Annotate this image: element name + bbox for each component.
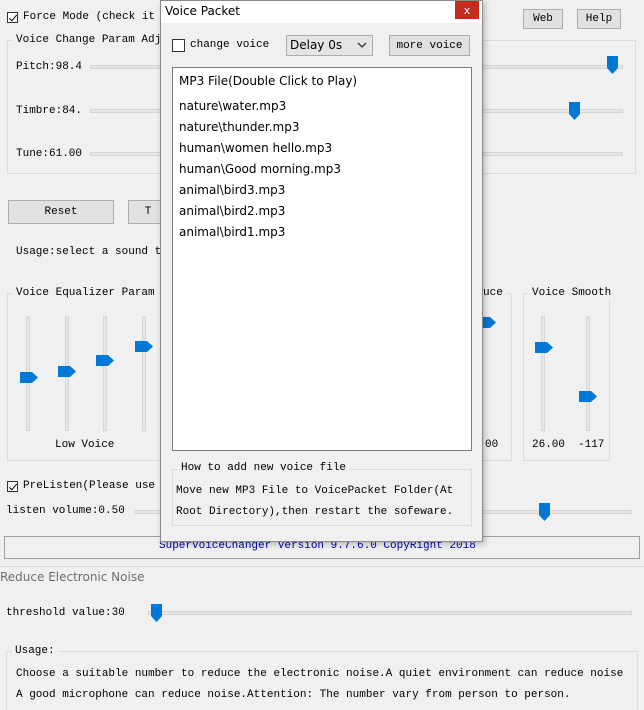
pitch-label: Pitch:98.4 xyxy=(16,61,83,73)
list-item[interactable]: nature\water.mp3 xyxy=(179,99,286,113)
smooth-title: Voice Smooth xyxy=(529,287,615,299)
smooth-value-1: 26.00 xyxy=(532,439,566,451)
list-item[interactable]: animal\bird1.mp3 xyxy=(179,225,285,239)
change-voice-checkbox[interactable] xyxy=(172,39,185,52)
smooth-slider-1-track[interactable] xyxy=(541,316,545,431)
reduce-title: uce xyxy=(480,287,506,299)
list-item[interactable]: nature\thunder.mp3 xyxy=(179,120,299,134)
force-mode-checkbox[interactable] xyxy=(7,12,18,23)
list-item[interactable]: animal\bird3.mp3 xyxy=(179,183,285,197)
reduce-value: 00 xyxy=(485,439,499,451)
smooth-slider-1-thumb[interactable] xyxy=(535,342,553,353)
close-icon[interactable]: x xyxy=(455,1,479,19)
change-voice-label: change voice xyxy=(190,39,270,51)
noise-panel: Reduce Electronic Noise threshold value:… xyxy=(0,566,644,710)
delay-select[interactable]: Delay 0s xyxy=(286,35,373,56)
more-voice-button[interactable]: more voice xyxy=(389,35,470,56)
prelisten-label: PreListen(Please use xyxy=(23,480,156,492)
eq-slider-4-track[interactable] xyxy=(142,316,146,431)
howto-line2: Root Directory),then restart the sofewar… xyxy=(176,506,454,518)
file-list-header: MP3 File(Double Click to Play) xyxy=(179,74,358,88)
force-mode-label: Force Mode (check it xyxy=(23,11,156,23)
noise-usage-group xyxy=(6,651,638,710)
tune-label: Tune:61.00 xyxy=(16,148,83,160)
threshold-thumb[interactable] xyxy=(151,604,162,622)
eq-slider-3-track[interactable] xyxy=(103,316,107,431)
chevron-down-icon xyxy=(357,42,367,48)
equalizer-title: Voice Equalizer Param xyxy=(13,287,158,299)
list-item[interactable]: human\women hello.mp3 xyxy=(179,141,332,155)
web-button[interactable]: Web xyxy=(523,9,563,29)
param-group-title: Voice Change Param Adj xyxy=(13,34,165,46)
smooth-value-2: -117 xyxy=(578,439,605,451)
noise-usage-line2: A good microphone can reduce noise.Atten… xyxy=(16,689,571,701)
eq-slider-3-thumb[interactable] xyxy=(96,355,114,366)
timbre-slider-thumb[interactable] xyxy=(569,102,580,120)
eq-slider-4-thumb[interactable] xyxy=(135,341,153,352)
howto-line1: Move new MP3 File to VoicePacket Folder(… xyxy=(176,485,454,497)
howto-title: How to add new voice file xyxy=(178,462,350,474)
mp3-file-list[interactable]: MP3 File(Double Click to Play) nature\wa… xyxy=(172,67,472,451)
threshold-label: threshold value:30 xyxy=(6,607,125,619)
list-item[interactable]: human\Good morning.mp3 xyxy=(179,162,341,176)
low-voice-label: Low Voice xyxy=(55,439,115,451)
listen-volume-thumb[interactable] xyxy=(539,503,550,521)
voice-packet-title: Voice Packet xyxy=(165,4,241,18)
list-item[interactable]: animal\bird2.mp3 xyxy=(179,204,285,218)
help-button[interactable]: Help xyxy=(577,9,621,29)
pitch-slider-thumb[interactable] xyxy=(607,56,618,74)
smooth-slider-2-track[interactable] xyxy=(586,316,590,431)
voice-packet-window: Voice Packet x change voice Delay 0s mor… xyxy=(160,0,483,542)
smooth-group xyxy=(523,293,610,461)
noise-panel-title: Reduce Electronic Noise xyxy=(0,570,145,584)
reset-button[interactable]: Reset xyxy=(8,200,114,224)
noise-usage-line1: Choose a suitable number to reduce the e… xyxy=(16,668,624,680)
threshold-track[interactable] xyxy=(148,611,632,615)
prelisten-checkbox[interactable] xyxy=(7,481,18,492)
smooth-slider-2-thumb[interactable] xyxy=(579,391,597,402)
noise-usage-title: Usage: xyxy=(12,645,58,657)
delay-select-value: Delay 0s xyxy=(290,38,343,52)
voice-packet-titlebar[interactable]: Voice Packet x xyxy=(161,1,482,23)
timbre-label: Timbre:84. xyxy=(16,105,83,117)
listen-volume-label: listen volume:0.50 xyxy=(6,505,125,517)
usage-text: Usage:select a sound t xyxy=(16,246,162,258)
eq-slider-1-thumb[interactable] xyxy=(20,372,38,383)
eq-slider-2-thumb[interactable] xyxy=(58,366,76,377)
